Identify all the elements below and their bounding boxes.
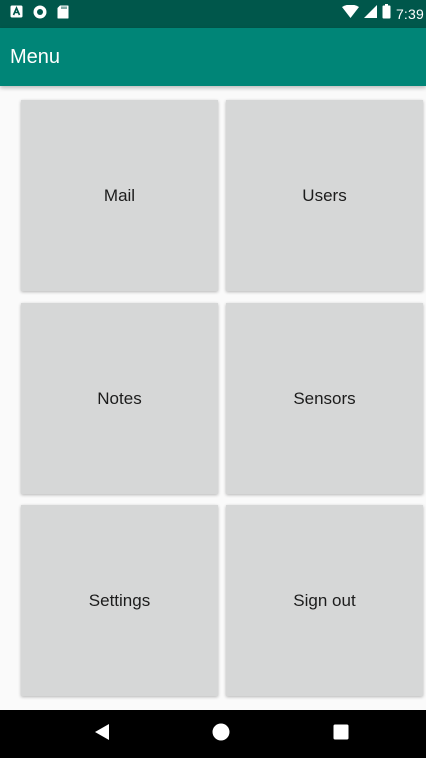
status-time: 7:39 [395,6,424,22]
sensors-tile-label: Sensors [293,388,356,408]
status-notifications [10,5,69,24]
cell-signal-icon [363,5,377,23]
status-bar: 7:39 [0,0,426,28]
home-button[interactable] [191,710,251,758]
settings-tile-button[interactable]: Settings [21,505,218,696]
navigation-bar [0,710,426,758]
menu-grid: Mail Users Notes Sensors Settings Sign o… [0,86,426,710]
circle-notification-icon [33,5,47,24]
sign-out-tile-label: Sign out [293,590,356,610]
status-system: 7:39 [341,4,426,24]
battery-icon [382,4,391,24]
notes-tile-label: Notes [97,388,142,408]
users-tile-button[interactable]: Users [226,100,423,291]
sd-card-icon [57,5,69,24]
recents-button[interactable] [311,710,371,758]
home-icon [212,723,230,746]
notification-a-icon [10,5,23,23]
users-tile-label: Users [302,185,347,205]
back-button[interactable] [72,710,132,758]
app-bar: Menu [0,28,426,86]
sensors-tile-button[interactable]: Sensors [226,303,423,494]
recents-icon [333,724,349,745]
back-icon [94,723,110,746]
page-title: Menu [10,45,61,68]
mail-tile-button[interactable]: Mail [21,100,218,291]
sign-out-tile-button[interactable]: Sign out [226,505,423,696]
settings-tile-label: Settings [88,590,151,610]
wifi-icon [341,4,359,23]
notes-tile-button[interactable]: Notes [21,303,218,494]
mail-tile-label: Mail [103,185,136,205]
